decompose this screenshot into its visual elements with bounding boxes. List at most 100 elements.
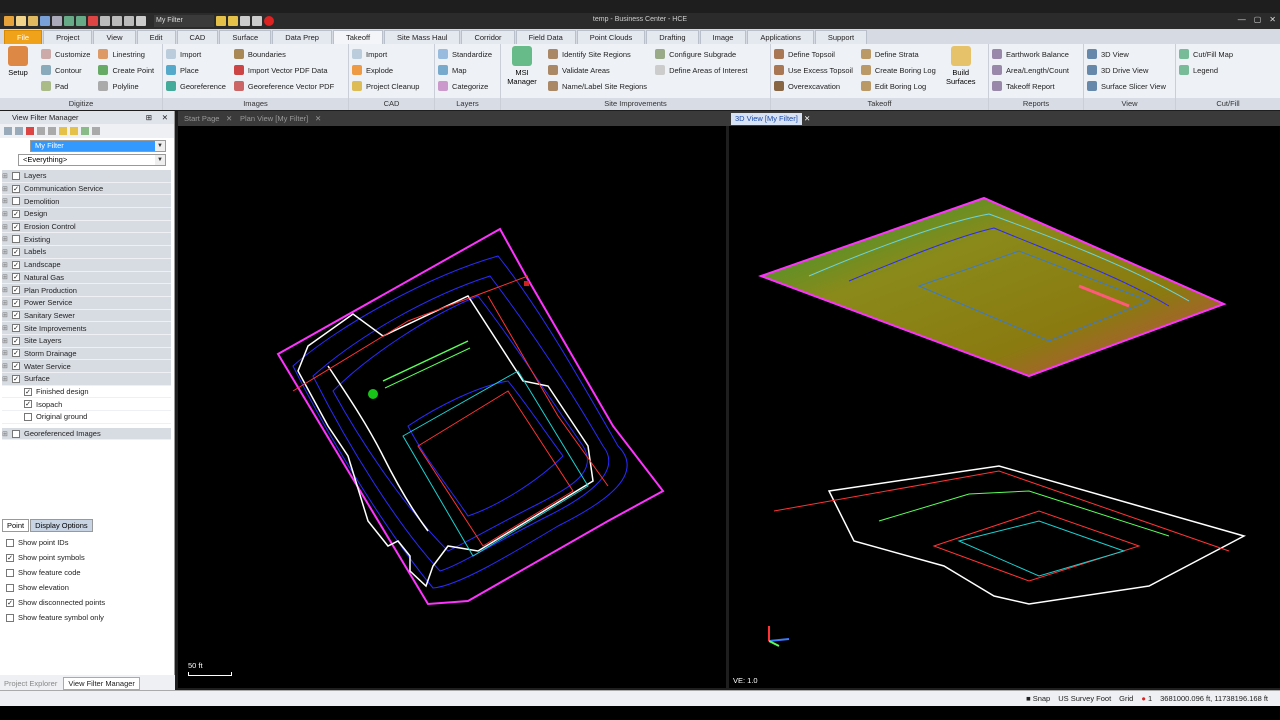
create-boring-log-button[interactable]: Create Boring Log — [860, 62, 936, 78]
layer-checkbox[interactable]: ✓ — [12, 349, 20, 358]
minimize-icon[interactable]: — — [1238, 15, 1246, 24]
layer-row-georeferenced[interactable]: ⊞ Georeferenced Images — [2, 427, 171, 441]
tab-file[interactable]: File — [4, 30, 43, 44]
pan-icon[interactable] — [124, 16, 134, 26]
customize-button[interactable]: Customize — [41, 46, 90, 62]
expand-icon[interactable]: ⊞ — [2, 430, 10, 438]
categorize-button[interactable]: Categorize — [438, 78, 497, 94]
configure-subgrade-button[interactable]: Configure Subgrade — [655, 46, 747, 62]
tab-field-data[interactable]: Field Data — [515, 30, 576, 44]
search-icon[interactable] — [48, 127, 56, 135]
contour-button[interactable]: Contour — [41, 62, 90, 78]
option-checkbox[interactable] — [6, 583, 14, 592]
layer-icon[interactable] — [136, 16, 146, 26]
layer-checkbox[interactable]: ✓ — [24, 387, 32, 396]
expand-icon[interactable]: ⊞ — [2, 223, 10, 231]
layer-row[interactable]: ⊞ ✓ Power Service — [2, 296, 171, 310]
layer-checkbox[interactable]: ✓ — [12, 311, 20, 320]
layer-checkbox[interactable]: ✓ — [12, 362, 20, 371]
edit-boring-log-button[interactable]: Edit Boring Log — [860, 78, 936, 94]
point-option[interactable]: ✓ Show point symbols — [4, 550, 105, 565]
chevron-down-icon[interactable]: ▼ — [155, 155, 165, 165]
place-button[interactable]: Place — [166, 62, 226, 78]
layer-checkbox[interactable]: ✓ — [12, 273, 20, 282]
tab-edit[interactable]: Edit — [136, 30, 176, 44]
expand-icon[interactable]: ⊞ — [2, 273, 10, 281]
layer-row[interactable]: ⊞ ✓ Erosion Control — [2, 220, 171, 234]
layer-checkbox[interactable]: ✓ — [12, 260, 20, 269]
layer-row[interactable]: ⊞ ✓ Natural Gas — [2, 271, 171, 285]
explode-button[interactable]: Explode — [352, 62, 431, 78]
layer-checkbox[interactable]: ✓ — [12, 184, 20, 193]
tab-surface[interactable]: Surface — [219, 30, 272, 44]
tab-site-mass-haul[interactable]: Site Mass Haul — [384, 30, 461, 44]
print-icon[interactable] — [52, 16, 62, 26]
snap-toggle[interactable]: ■ Snap — [1026, 694, 1050, 703]
layer-row[interactable]: ⊞ ✓ Storm Drainage — [2, 347, 171, 361]
surface-layer-row[interactable]: Original ground — [2, 411, 171, 424]
project-cleanup-button[interactable]: Project Cleanup — [352, 78, 431, 94]
layer-row[interactable]: ⊞ Layers — [2, 170, 171, 183]
tab-project-explorer[interactable]: Project Explorer — [4, 679, 57, 688]
star-icon[interactable] — [59, 127, 67, 135]
expand-icon[interactable]: ⊞ — [2, 349, 10, 357]
properties-icon[interactable] — [37, 127, 45, 135]
surface-layer-row[interactable]: ✓ Finished design — [2, 385, 171, 399]
delete-icon[interactable] — [88, 16, 98, 26]
map-button[interactable]: Map — [438, 62, 497, 78]
tab-takeoff[interactable]: Takeoff — [332, 30, 384, 44]
layer-checkbox[interactable] — [24, 412, 32, 421]
pencil-icon[interactable] — [240, 16, 250, 26]
point-option[interactable]: Show feature code — [4, 565, 105, 580]
tab-applications[interactable]: Applications — [747, 30, 814, 44]
polyline-button[interactable]: Polyline — [98, 78, 154, 94]
use-excess-topsoil-button[interactable]: Use Excess Topsoil — [774, 62, 853, 78]
record-icon[interactable] — [264, 16, 274, 26]
georeference-button[interactable]: Georeference — [166, 78, 226, 94]
georef-vector-pdf-button[interactable]: Georeference Vector PDF — [233, 78, 334, 94]
legend-button[interactable]: Legend — [1179, 62, 1277, 78]
expand-icon[interactable]: ⊞ — [2, 248, 10, 256]
layer-row[interactable]: ⊞ ✓ Plan Production — [2, 284, 171, 297]
layer-checkbox[interactable]: ✓ — [12, 286, 20, 295]
layer-checkbox[interactable]: ✓ — [12, 298, 20, 307]
cad-import-button[interactable]: Import — [352, 46, 431, 62]
3d-drive-view-button[interactable]: 3D Drive View — [1087, 62, 1172, 78]
redo-icon[interactable] — [76, 16, 86, 26]
pad-button[interactable]: Pad — [41, 78, 90, 94]
surface-slicer-view-button[interactable]: Surface Slicer View — [1087, 78, 1172, 94]
surface-layer-row[interactable]: ✓ Isopach — [2, 398, 171, 412]
layer-row[interactable]: ⊞ ✓ Site Layers — [2, 334, 171, 348]
layer-checkbox[interactable] — [12, 197, 20, 206]
tab-data-prep[interactable]: Data Prep — [272, 30, 332, 44]
units-label[interactable]: US Survey Foot — [1058, 694, 1111, 703]
expand-icon[interactable]: ⊞ — [2, 210, 10, 218]
measure-icon[interactable] — [252, 16, 262, 26]
layer-row[interactable]: ⊞ Existing — [2, 233, 171, 247]
takeoff-report-button[interactable]: Takeoff Report — [992, 78, 1080, 94]
layer-checkbox[interactable]: ✓ — [12, 247, 20, 256]
linestring-button[interactable]: Linestring — [98, 46, 154, 62]
export-icon[interactable] — [92, 127, 100, 135]
copy-filter-icon[interactable] — [15, 127, 23, 135]
import-vector-pdf-button[interactable]: Import Vector PDF Data — [233, 62, 334, 78]
boundaries-button[interactable]: Boundaries — [233, 46, 334, 62]
expand-icon[interactable]: ⊞ — [2, 261, 10, 269]
expand-icon[interactable]: ⊞ — [2, 311, 10, 319]
layer-row[interactable]: ⊞ ✓ Surface — [2, 373, 171, 386]
layer-row[interactable]: ⊞ ✓ Sanitary Sewer — [2, 309, 171, 323]
expand-icon[interactable]: ⊞ — [2, 185, 10, 193]
new-filter-icon[interactable] — [4, 127, 12, 135]
option-checkbox[interactable] — [6, 613, 14, 622]
filter-icon[interactable] — [216, 16, 226, 26]
layer-checkbox[interactable]: ✓ — [12, 222, 20, 231]
layer-row[interactable]: ⊞ ✓ Landscape — [2, 258, 171, 272]
plan-view-canvas[interactable]: 50 ft — [178, 126, 726, 688]
define-areas-button[interactable]: Define Areas of Interest — [655, 62, 747, 78]
new-icon[interactable] — [16, 16, 26, 26]
filter-combo[interactable]: My Filter — [154, 15, 214, 27]
tab-support[interactable]: Support — [814, 30, 868, 44]
option-checkbox[interactable]: ✓ — [6, 598, 14, 607]
tab-plan-view[interactable]: Plan View [My Filter] — [240, 113, 308, 125]
tab-point[interactable]: Point — [2, 519, 30, 532]
